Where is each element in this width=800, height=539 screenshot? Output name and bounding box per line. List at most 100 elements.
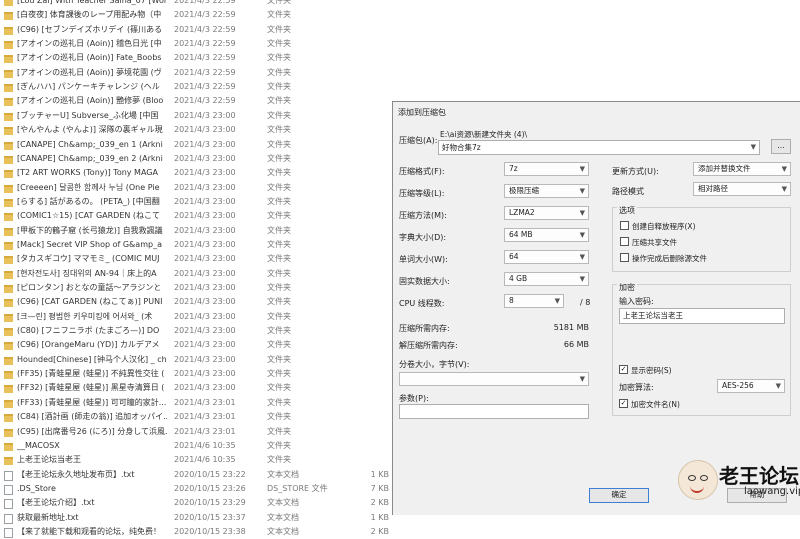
folder-row[interactable]: (COMIC1☆15) [CAT GARDEN (ねこて 2021/4/3 23:… bbox=[0, 209, 392, 224]
params-input[interactable] bbox=[399, 404, 589, 419]
file-date: 2021/4/3 22:59 bbox=[174, 82, 236, 92]
folder-row[interactable]: [ピロンタン] おとなの童話～アラジンと 2021/4/3 23:00 文件夹 bbox=[0, 281, 392, 296]
file-type: 文件夹 bbox=[267, 455, 291, 465]
folder-row[interactable]: [タカスギコウ] ママモミ_ (COMIC MUJ 2021/4/3 23:00 文… bbox=[0, 252, 392, 267]
folder-icon bbox=[4, 328, 13, 337]
file-name: [やんやんよ (やんよ)] 深隊の裏ギャル現 bbox=[17, 125, 163, 135]
folder-row[interactable]: (C96) [CAT GARDEN (ねこてぁ)] PUNI 2021/4/3 2… bbox=[0, 295, 392, 310]
file-name: [白夜夜] 体育課後のレープ用配み物（中 bbox=[17, 10, 162, 20]
folder-row[interactable]: [アオインの巡礼日 (Aoin)] Fate_Boobs 2021/4/3 22:… bbox=[0, 51, 392, 66]
file-row[interactable]: 【老王论坛介绍】.txt 2020/10/15 23:29 文本文档 2 KB bbox=[0, 496, 392, 511]
folder-icon bbox=[4, 414, 13, 423]
folder-row[interactable]: (C96) [セブンデイズホリデイ (篠川ある 2021/4/3 22:59 文件夹 bbox=[0, 23, 392, 38]
file-row[interactable]: 获取最新地址.txt 2020/10/15 23:37 文本文档 1 KB bbox=[0, 511, 392, 526]
dict-select[interactable]: 64 MB ▼ bbox=[504, 228, 589, 242]
file-name: Hounded[Chinese] [钟马个人汉化] _ ch bbox=[17, 354, 167, 364]
ok-button[interactable]: 确定 bbox=[589, 488, 649, 503]
folder-row[interactable]: [甲板下的鶴子窟 (长弓猿龙)] 自我救諷議 2021/4/3 23:00 文件夹 bbox=[0, 224, 392, 239]
solid-select[interactable]: 4 GB ▼ bbox=[504, 272, 589, 286]
file-name: 上老王论坛当老王 bbox=[17, 455, 81, 465]
file-row[interactable]: 【来了就能下载和观看的论坛，纯免费！ 2020/10/15 23:38 文本文档 2 … bbox=[0, 525, 392, 539]
folder-row[interactable]: (C95) [出席番号26 (にろ)] 分身して浜風... 2021/4/3 23… bbox=[0, 425, 392, 440]
file-name: (C96) [OrangeMaru (YD)] カルデアメ bbox=[17, 340, 160, 350]
level-label: 压缩等级(L): bbox=[399, 189, 445, 198]
path-mode-select[interactable]: 相对路径 ▼ bbox=[693, 182, 791, 196]
folder-icon bbox=[4, 84, 13, 93]
format-select[interactable]: 7z ▼ bbox=[504, 162, 589, 176]
word-select[interactable]: 64 ▼ bbox=[504, 250, 589, 264]
folder-row[interactable]: (C80) [フニフニラボ (たまごろ—)] DO 2021/4/3 23:00 文… bbox=[0, 324, 392, 339]
file-type: 文件夹 bbox=[267, 239, 291, 249]
folder-row[interactable]: [ぎんハハ] パンケーキチャレンジ (ヘル 2021/4/3 22:59 文件夹 bbox=[0, 80, 392, 95]
folder-row[interactable]: [アオインの巡礼日 (Aoin)] 艷修夢 (Bloo 2021/4/3 22:5… bbox=[0, 94, 392, 109]
file-date: 2021/4/3 22:59 bbox=[174, 39, 236, 49]
folder-row[interactable]: [T2 ART WORKS (Tony)] Tony MAGA 2021/4/3 … bbox=[0, 166, 392, 181]
file-date: 2021/4/3 23:00 bbox=[174, 168, 236, 178]
folder-row[interactable]: [やんやんよ (やんよ)] 深隊の裏ギャル現 2021/4/3 23:00 文件夹 bbox=[0, 123, 392, 138]
folder-row[interactable]: (FF35) [青蛙星屋 (蛙星)] 不純異性交往 (2021/4/3 23:0… bbox=[0, 367, 392, 382]
chevron-down-icon: ▼ bbox=[781, 185, 787, 193]
level-select[interactable]: 极限压缩 ▼ bbox=[504, 184, 589, 198]
archive-path: E:\ai资源\新建文件夹 (4)\ bbox=[440, 130, 528, 139]
archive-name-input[interactable]: 好物合集7z ▼ bbox=[438, 140, 760, 155]
update-select[interactable]: 添加并替换文件 ▼ bbox=[693, 162, 791, 176]
file-type: 文件夹 bbox=[267, 153, 291, 163]
file-name: [T2 ART WORKS (Tony)] Tony MAGA bbox=[17, 168, 158, 178]
folder-row[interactable]: [크—린] 평범한 키우미킹에 어서와_ (术 2021/4/3 23:00 文件夹 bbox=[0, 310, 392, 325]
file-name: (C84) [酒計画 (師走の翁)] 追加オッパイ... bbox=[17, 412, 167, 422]
file-row[interactable]: 【老王论坛永久地址发布页】.txt 2020/10/15 23:22 文本文档 1 K… bbox=[0, 468, 392, 483]
watermark-url: laowang.vip bbox=[744, 486, 800, 497]
cpu-total: / 8 bbox=[580, 298, 591, 307]
split-select[interactable]: ▼ bbox=[399, 372, 589, 386]
folder-row[interactable]: (FF33) [青蛙星屋 (蛙星)] 可可瞳的家計... 2021/4/3 23:… bbox=[0, 396, 392, 411]
folder-row[interactable]: [アオインの巡礼日 (Aoin)] 夢境花園 (ヴ 2021/4/3 22:59 文… bbox=[0, 66, 392, 81]
archive-label: 压缩包(A): bbox=[399, 136, 438, 145]
folder-row[interactable]: [ブッチャーU] Subverse_ふ化場 [中国 2021/4/3 23:00 文… bbox=[0, 109, 392, 124]
file-type: 文件夹 bbox=[267, 196, 291, 206]
shared-checkbox[interactable] bbox=[620, 237, 629, 246]
file-row[interactable]: .DS_Store 2020/10/15 23:26 DS_STORE 文件 7 KB bbox=[0, 482, 392, 497]
delete-source-checkbox[interactable] bbox=[620, 253, 629, 262]
mem-decomp-value: 66 MB bbox=[563, 340, 589, 349]
folder-row[interactable]: Hounded[Chinese] [钟马个人汉化] _ ch 2021/4/3 2… bbox=[0, 353, 392, 368]
mem-comp-value: 5181 MB bbox=[553, 323, 589, 332]
file-date: 2020/10/15 23:29 bbox=[174, 498, 246, 508]
file-name: 【老王论坛永久地址发布页】.txt bbox=[17, 469, 135, 479]
folder-row[interactable]: (FF32) [青蛙星屋 (蛙星)] 黑星寺清算日 (2021/4/3 23:0… bbox=[0, 381, 392, 396]
folder-row[interactable]: [Mack] Secret VIP Shop of G&amp_a 2021/4/… bbox=[0, 238, 392, 253]
options-title: 选项 bbox=[617, 205, 637, 216]
folder-row[interactable]: [Creeeen] 달콤한 함께사 누님 (One Pie 2021/4/3 23… bbox=[0, 181, 392, 196]
method-select[interactable]: LZMA2 ▼ bbox=[504, 206, 589, 220]
file-name: (C80) [フニフニラボ (たまごろ—)] DO bbox=[17, 326, 160, 336]
enc-method-select[interactable]: AES-256 ▼ bbox=[717, 379, 785, 393]
dialog-title: 添加到压缩包 bbox=[398, 108, 446, 117]
file-type: 文件夹 bbox=[267, 354, 291, 364]
folder-row[interactable]: [らする] 話があるの。 (PETA_) [中国翻 2021/4/3 23:00 文… bbox=[0, 195, 392, 210]
encrypt-names-label: 加密文件名(N) bbox=[631, 400, 680, 409]
folder-row[interactable]: [Lou Zai] With Teacher Saina_07 [World O… bbox=[0, 0, 392, 9]
folder-row[interactable]: [アオインの巡礼日 (Aoin)] 稽色日光 [中 2021/4/3 22:59 文… bbox=[0, 37, 392, 52]
folder-row[interactable]: [CANAPE] Ch&amp;_039_en 2 (Arkni 2021/4/3… bbox=[0, 152, 392, 167]
file-name: 获取最新地址.txt bbox=[17, 512, 79, 522]
file-date: 2021/4/3 23:00 bbox=[174, 283, 236, 292]
sfx-checkbox[interactable] bbox=[620, 221, 629, 230]
password-input[interactable]: 上老王论坛当老王 bbox=[619, 308, 785, 324]
folder-row[interactable]: [CANAPE] Ch&amp;_039_en 1 (Arkni 2021/4/3… bbox=[0, 138, 392, 153]
folder-row[interactable]: 上老王论坛当老王 2021/4/6 10:35 文件夹 bbox=[0, 453, 392, 468]
folder-row[interactable]: (C84) [酒計画 (師走の翁)] 追加オッパイ... 2021/4/3 23:… bbox=[0, 410, 392, 425]
browse-button[interactable]: ... bbox=[771, 139, 791, 154]
encrypt-names-checkbox[interactable]: ✓ bbox=[619, 399, 628, 408]
folder-row[interactable]: __MACOSX 2021/4/6 10:35 文件夹 bbox=[0, 439, 392, 454]
show-password-checkbox[interactable]: ✓ bbox=[619, 365, 628, 374]
file-type: 文件夹 bbox=[267, 211, 291, 221]
update-label: 更新方式(U): bbox=[612, 167, 659, 176]
folder-row[interactable]: [현자전도사] 징대위의 AN-94｜床上的A 2021/4/3 23:00 文件夹 bbox=[0, 267, 392, 282]
folder-icon bbox=[4, 241, 13, 250]
folder-row[interactable]: (C96) [OrangeMaru (YD)] カルデアメ 2021/4/3 23… bbox=[0, 338, 392, 353]
file-date: 2021/4/3 22:59 bbox=[174, 0, 236, 5]
cpu-select[interactable]: 8 ▼ bbox=[504, 294, 564, 308]
folder-icon bbox=[4, 213, 13, 222]
folder-row[interactable]: [白夜夜] 体育課後のレープ用配み物（中 2021/4/3 22:59 文件夹 bbox=[0, 8, 392, 23]
file-type: 文本文档 bbox=[267, 526, 299, 536]
file-date: 2021/4/3 23:00 bbox=[174, 326, 236, 336]
